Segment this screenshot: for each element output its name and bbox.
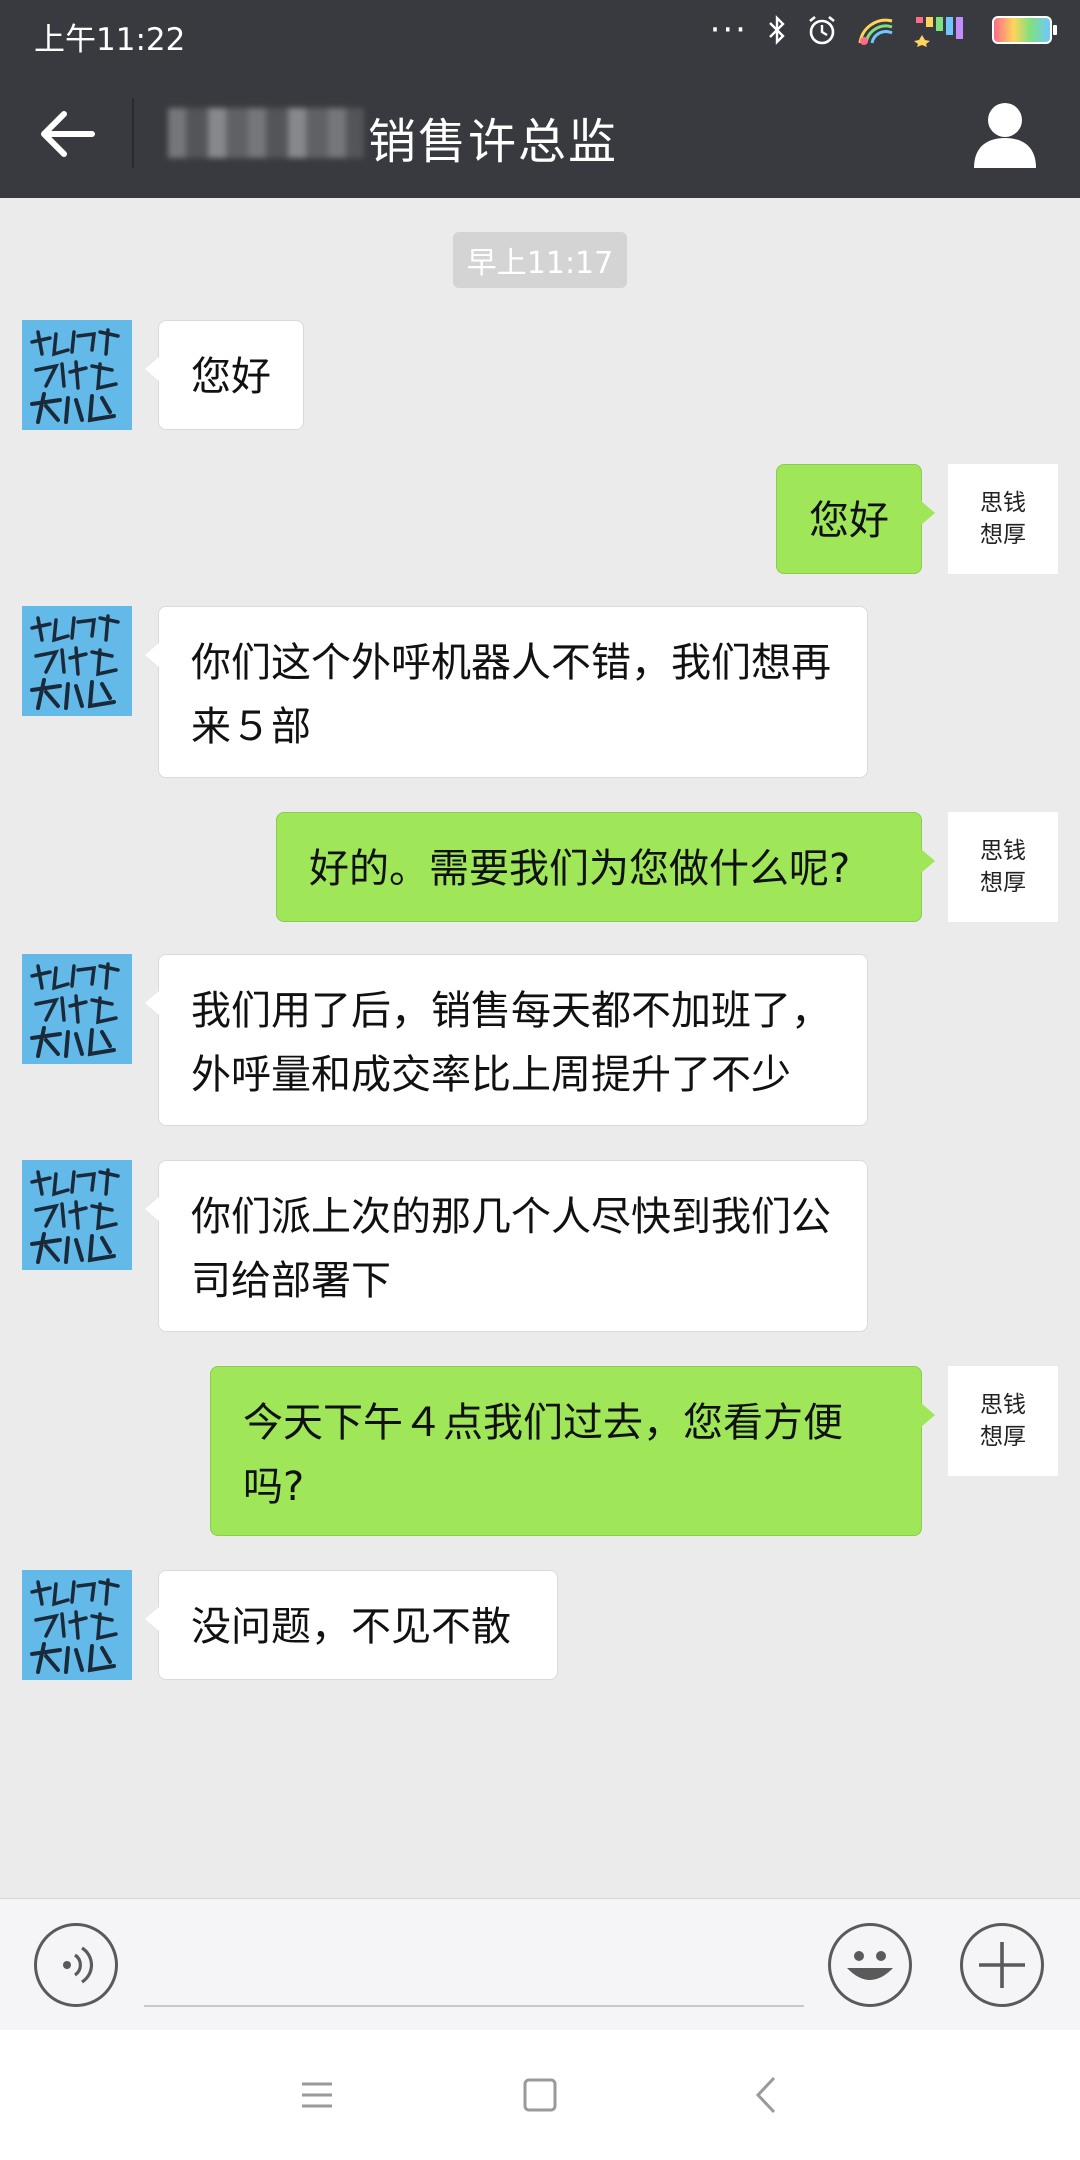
message-bubble-incoming[interactable]: 我们用了后，销售每天都不加班了，外呼量和成交率比上周提升了不少: [145, 954, 868, 1126]
dots-icon: ···: [709, 10, 748, 50]
message-bubble-incoming[interactable]: 你们这个外呼机器人不错，我们想再来５部: [145, 606, 868, 778]
contact-avatar[interactable]: [22, 1160, 132, 1270]
voice-icon: [63, 1946, 93, 1984]
self-avatar[interactable]: 思钱 想厚: [948, 1366, 1058, 1476]
contact-avatar[interactable]: [22, 320, 132, 430]
home-square-icon[interactable]: [515, 2070, 565, 2120]
calligraphy-avatar-art: [30, 1168, 120, 1264]
message-bubble-incoming[interactable]: 没问题，不见不散: [145, 1570, 558, 1680]
status-icons: ···: [709, 10, 1057, 50]
chat-title: 销售许总监: [368, 114, 619, 170]
voice-button[interactable]: [34, 1923, 118, 2007]
self-avatar[interactable]: 思钱 想厚: [948, 464, 1058, 574]
chat-timestamp: 早上11:17: [453, 232, 627, 288]
wifi-icon: [858, 18, 893, 45]
arrow-left-icon[interactable]: [30, 96, 106, 172]
message-input[interactable]: [144, 2005, 804, 2007]
self-avatar[interactable]: 思钱 想厚: [948, 812, 1058, 922]
contact-avatar[interactable]: [22, 606, 132, 716]
contact-avatar[interactable]: [22, 1570, 132, 1680]
menu-icon[interactable]: [292, 2070, 342, 2120]
top-bar: 上午11:22 ··· 销售许总监: [0, 0, 1080, 198]
calligraphy-avatar-art: [30, 614, 120, 710]
status-time: 上午11:22: [34, 22, 186, 58]
blurred-contact-name: [168, 108, 364, 158]
calligraphy-avatar-art: [30, 962, 120, 1058]
contact-avatar[interactable]: [22, 954, 132, 1064]
header-divider: [132, 98, 134, 168]
smiley-icon: [847, 1951, 893, 1980]
message-bubble-outgoing[interactable]: 您好: [776, 464, 935, 574]
message-bubble-outgoing[interactable]: 今天下午４点我们过去，您看方便吗?: [210, 1366, 935, 1536]
back-chevron-icon[interactable]: [742, 2070, 792, 2120]
system-nav-bar: [0, 2030, 1080, 2160]
plus-icon: [979, 1942, 1025, 1988]
input-bar: [0, 1898, 1080, 2031]
more-button[interactable]: [960, 1923, 1044, 2007]
calligraphy-avatar-art: [30, 1578, 120, 1674]
bluetooth-icon: [769, 15, 785, 45]
message-bubble-incoming[interactable]: 你们派上次的那几个人尽快到我们公司给部署下: [145, 1160, 868, 1332]
message-bubble-outgoing[interactable]: 好的。需要我们为您做什么呢?: [276, 812, 935, 922]
message-bubble-incoming[interactable]: 您好: [145, 320, 304, 430]
battery-icon: [992, 16, 1057, 44]
calligraphy-avatar-art: [30, 328, 120, 424]
person-icon[interactable]: [968, 98, 1042, 170]
emoji-button[interactable]: [828, 1923, 912, 2007]
alarm-icon: [809, 15, 835, 45]
signal-icon: [914, 17, 963, 47]
